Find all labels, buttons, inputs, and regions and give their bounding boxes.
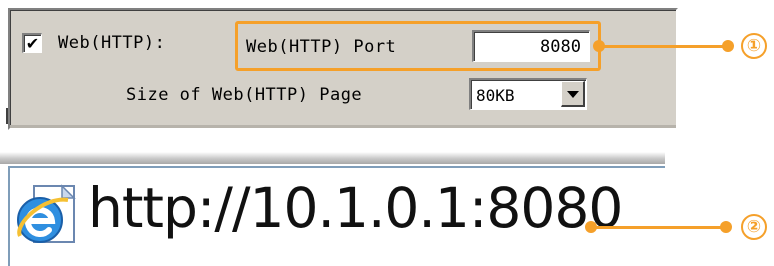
callout-1-dot-start: [593, 40, 605, 52]
port-highlight-box: [235, 21, 601, 71]
url-text[interactable]: http://10.1.0.1:8080: [88, 176, 623, 240]
web-enable-checkbox[interactable]: ✔: [22, 33, 42, 53]
chevron-down-icon[interactable]: [561, 81, 585, 107]
callout-1-line: [598, 45, 728, 48]
browser-toolbar-edge: [0, 152, 665, 164]
callout-2-dot-end: [720, 221, 732, 233]
callout-2-dot-start: [585, 221, 597, 233]
callout-2-line: [590, 226, 725, 229]
page-size-value: 80KB: [476, 86, 515, 105]
internet-explorer-icon: [17, 184, 76, 243]
web-enable-label: Web(HTTP):: [58, 33, 166, 53]
callout-1-badge: ①: [741, 33, 767, 59]
callout-2-badge: ②: [741, 214, 767, 240]
panel-divider: [10, 125, 676, 128]
page-size-select[interactable]: 80KB: [469, 78, 587, 110]
page-size-label: Size of Web(HTTP) Page: [126, 85, 363, 105]
panel-edge-mark: [6, 108, 8, 124]
callout-1-dot-end: [722, 40, 734, 52]
